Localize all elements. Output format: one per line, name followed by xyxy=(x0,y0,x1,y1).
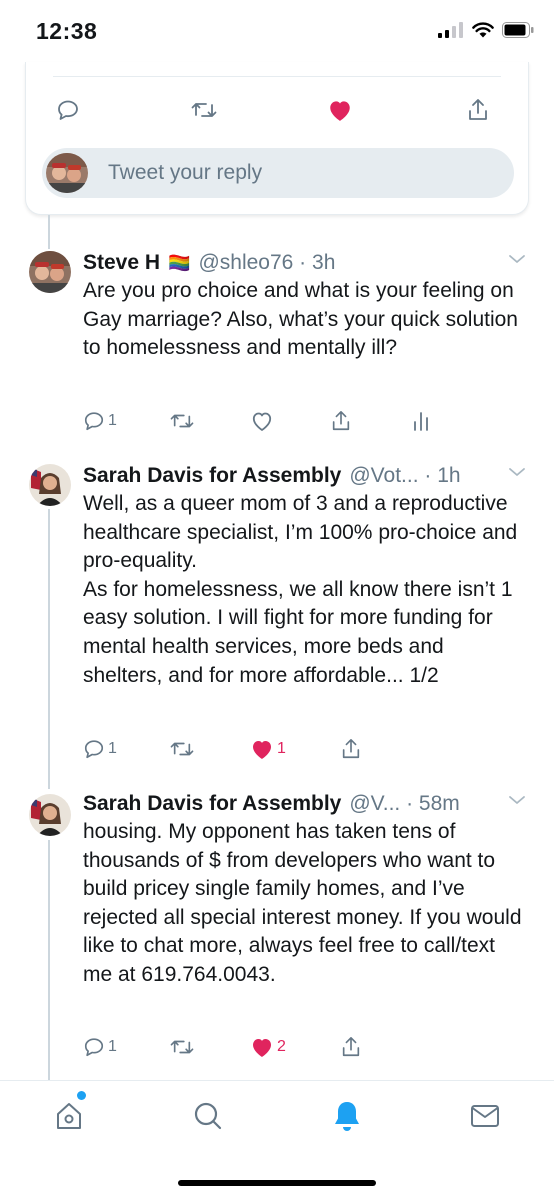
bell-icon xyxy=(335,1102,359,1131)
reply-count: 1 xyxy=(108,412,117,429)
like-button[interactable]: 2 xyxy=(250,1032,286,1062)
reply-count: 1 xyxy=(108,1038,117,1055)
search-icon xyxy=(194,1102,222,1130)
thread-line xyxy=(48,215,50,249)
reply-input[interactable]: Tweet your reply xyxy=(42,148,514,198)
tweet-header: Sarah Davis for Assembly @V... · 58m xyxy=(83,790,460,818)
status-bar: 12:38 xyxy=(0,0,554,66)
tweet-actions: 1 1 xyxy=(83,734,523,764)
share-icon xyxy=(342,739,360,759)
wifi-icon xyxy=(472,22,494,38)
share-button[interactable] xyxy=(340,734,362,764)
mail-icon xyxy=(471,1105,499,1127)
retweet-icon xyxy=(170,1040,194,1054)
reply-button[interactable]: 1 xyxy=(83,734,117,764)
retweet-icon xyxy=(170,742,194,756)
focused-tweet-actions xyxy=(26,94,528,126)
status-icons xyxy=(438,22,534,38)
heart-filled-icon xyxy=(253,741,271,759)
rainbow-flag-emoji: 🏳️‍🌈 xyxy=(168,252,191,273)
card-divider xyxy=(53,76,501,77)
retweet-button[interactable] xyxy=(188,94,220,126)
tweet-text: Well, as a queer mom of 3 and a reproduc… xyxy=(83,492,518,687)
share-button[interactable] xyxy=(340,1032,362,1062)
reply-icon xyxy=(58,100,78,120)
reply-placeholder: Tweet your reply xyxy=(108,161,263,184)
reply-icon xyxy=(84,1038,104,1057)
reply-button[interactable]: 1 xyxy=(83,406,117,436)
retweet-icon xyxy=(170,414,194,428)
status-time: 12:38 xyxy=(36,18,98,44)
share-icon xyxy=(342,1037,360,1057)
heart-outline-icon xyxy=(252,412,272,431)
share-button[interactable] xyxy=(330,406,352,436)
like-count: 2 xyxy=(277,1038,286,1055)
like-button[interactable] xyxy=(324,94,356,126)
chevron-down-icon[interactable] xyxy=(508,253,526,265)
like-count: 1 xyxy=(277,740,286,757)
share-icon xyxy=(469,99,487,120)
heart-filled-icon xyxy=(253,1039,271,1057)
retweet-icon xyxy=(191,103,217,117)
tweet-avatar[interactable] xyxy=(29,794,71,836)
tweet-actions: 1 xyxy=(83,406,523,436)
cellular-signal-icon xyxy=(438,22,463,38)
tweet-actions: 1 2 xyxy=(83,1032,523,1062)
tweet-author-name[interactable]: Sarah Davis for Assembly xyxy=(83,792,341,816)
share-icon xyxy=(332,411,350,431)
tweet[interactable]: Sarah Davis for Assembly @V... · 58m hou… xyxy=(0,790,554,1070)
tweet-header: Steve H 🏳️‍🌈 @shleo76 · 3h xyxy=(83,249,335,277)
analytics-icon xyxy=(414,412,428,431)
retweet-button[interactable] xyxy=(169,406,195,436)
like-button[interactable]: 1 xyxy=(250,734,286,764)
tab-home[interactable] xyxy=(49,1096,89,1136)
heart-filled-icon xyxy=(330,101,350,121)
tweet-text: Are you pro choice and what is your feel… xyxy=(83,279,518,360)
user-avatar xyxy=(46,153,88,193)
tweet-header: Sarah Davis for Assembly @Vot... · 1h xyxy=(83,462,461,490)
tweet-avatar[interactable] xyxy=(29,251,71,293)
home-indicator xyxy=(178,1180,376,1186)
reply-icon xyxy=(84,740,104,759)
reply-button[interactable]: 1 xyxy=(83,1032,117,1062)
reply-count: 1 xyxy=(108,740,117,757)
tweet-author-name[interactable]: Steve H xyxy=(83,251,160,275)
tweet-text: housing. My opponent has taken tens of t… xyxy=(83,820,522,986)
tweet[interactable]: Sarah Davis for Assembly @Vot... · 1h We… xyxy=(0,462,554,772)
like-button[interactable] xyxy=(250,406,274,436)
new-content-dot xyxy=(77,1091,86,1100)
share-button[interactable] xyxy=(462,94,494,126)
tweet[interactable]: Steve H 🏳️‍🌈 @shleo76 · 3h Are you pro c… xyxy=(0,249,554,449)
tweet-avatar[interactable] xyxy=(29,464,71,506)
tweet-handle-time: @shleo76 · 3h xyxy=(198,251,336,274)
focused-tweet-card: Tweet your reply xyxy=(25,62,529,215)
analytics-button[interactable] xyxy=(412,406,430,436)
chevron-down-icon[interactable] xyxy=(508,466,526,478)
battery-icon xyxy=(502,22,534,38)
reply-icon xyxy=(84,412,104,431)
tweet-author-name[interactable]: Sarah Davis for Assembly xyxy=(83,464,341,488)
tab-notifications[interactable] xyxy=(327,1096,367,1136)
tab-messages[interactable] xyxy=(465,1096,505,1136)
retweet-button[interactable] xyxy=(169,734,195,764)
retweet-button[interactable] xyxy=(169,1032,195,1062)
home-icon xyxy=(57,1103,81,1129)
reply-button[interactable] xyxy=(52,94,84,126)
chevron-down-icon[interactable] xyxy=(508,794,526,806)
tweet-handle-time: @Vot... · 1h xyxy=(349,464,461,487)
tab-search[interactable] xyxy=(188,1096,228,1136)
tweet-handle-time: @V... · 58m xyxy=(349,792,460,815)
